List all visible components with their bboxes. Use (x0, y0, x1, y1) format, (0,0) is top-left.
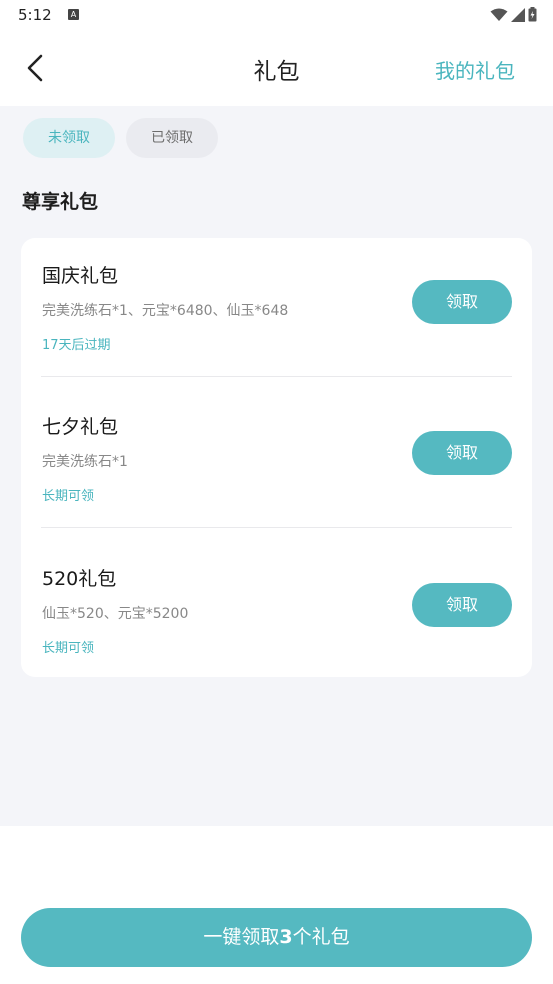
claim-all-suffix: 个礼包 (292, 926, 350, 948)
signal-icon (511, 7, 525, 22)
tab-claimed[interactable]: 已领取 (126, 118, 218, 158)
gift-name: 国庆礼包 (42, 265, 119, 287)
back-button[interactable] (20, 50, 52, 86)
gift-item: 七夕礼包 完美洗练石*1 长期可领 领取 (21, 390, 532, 540)
divider (41, 376, 512, 377)
content-area: 未领取 已领取 尊享礼包 国庆礼包 完美洗练石*1、元宝*6480、仙玉*648… (0, 106, 553, 826)
claim-button[interactable]: 领取 (412, 431, 512, 475)
battery-icon (528, 7, 537, 22)
claim-button[interactable]: 领取 (412, 583, 512, 627)
gift-expiry: 长期可领 (42, 641, 95, 656)
gift-contents: 仙玉*520、元宝*5200 (42, 606, 189, 622)
gift-contents: 完美洗练石*1、元宝*6480、仙玉*648 (42, 303, 289, 319)
gift-name: 七夕礼包 (42, 416, 119, 438)
section-title: 尊享礼包 (22, 191, 99, 213)
status-time: 5:12 (18, 6, 52, 24)
claim-all-count: 3 (279, 926, 293, 948)
gift-name: 520礼包 (42, 568, 117, 590)
gift-item: 国庆礼包 完美洗练石*1、元宝*6480、仙玉*648 17天后过期 领取 (21, 238, 532, 388)
gift-expiry: 17天后过期 (42, 338, 111, 353)
app-header: 礼包 我的礼包 (0, 32, 553, 106)
divider (41, 527, 512, 528)
claim-all-button[interactable]: 一键领取3个礼包 (21, 908, 532, 967)
wifi-icon (490, 8, 508, 21)
tab-unclaimed[interactable]: 未领取 (23, 118, 115, 158)
notification-a-icon: A (68, 9, 79, 20)
gift-expiry: 长期可领 (42, 489, 95, 504)
gift-contents: 完美洗练石*1 (42, 454, 128, 470)
status-bar: 5:12 A (0, 0, 553, 32)
gift-item: 520礼包 仙玉*520、元宝*5200 长期可领 领取 (21, 542, 532, 692)
my-gifts-link[interactable]: 我的礼包 (435, 55, 515, 84)
claim-all-prefix: 一键领取 (203, 926, 280, 948)
gift-list-card: 国庆礼包 完美洗练石*1、元宝*6480、仙玉*648 17天后过期 领取 七夕… (21, 238, 532, 677)
chevron-left-icon (27, 54, 43, 82)
claim-button[interactable]: 领取 (412, 280, 512, 324)
status-icons (490, 7, 537, 22)
